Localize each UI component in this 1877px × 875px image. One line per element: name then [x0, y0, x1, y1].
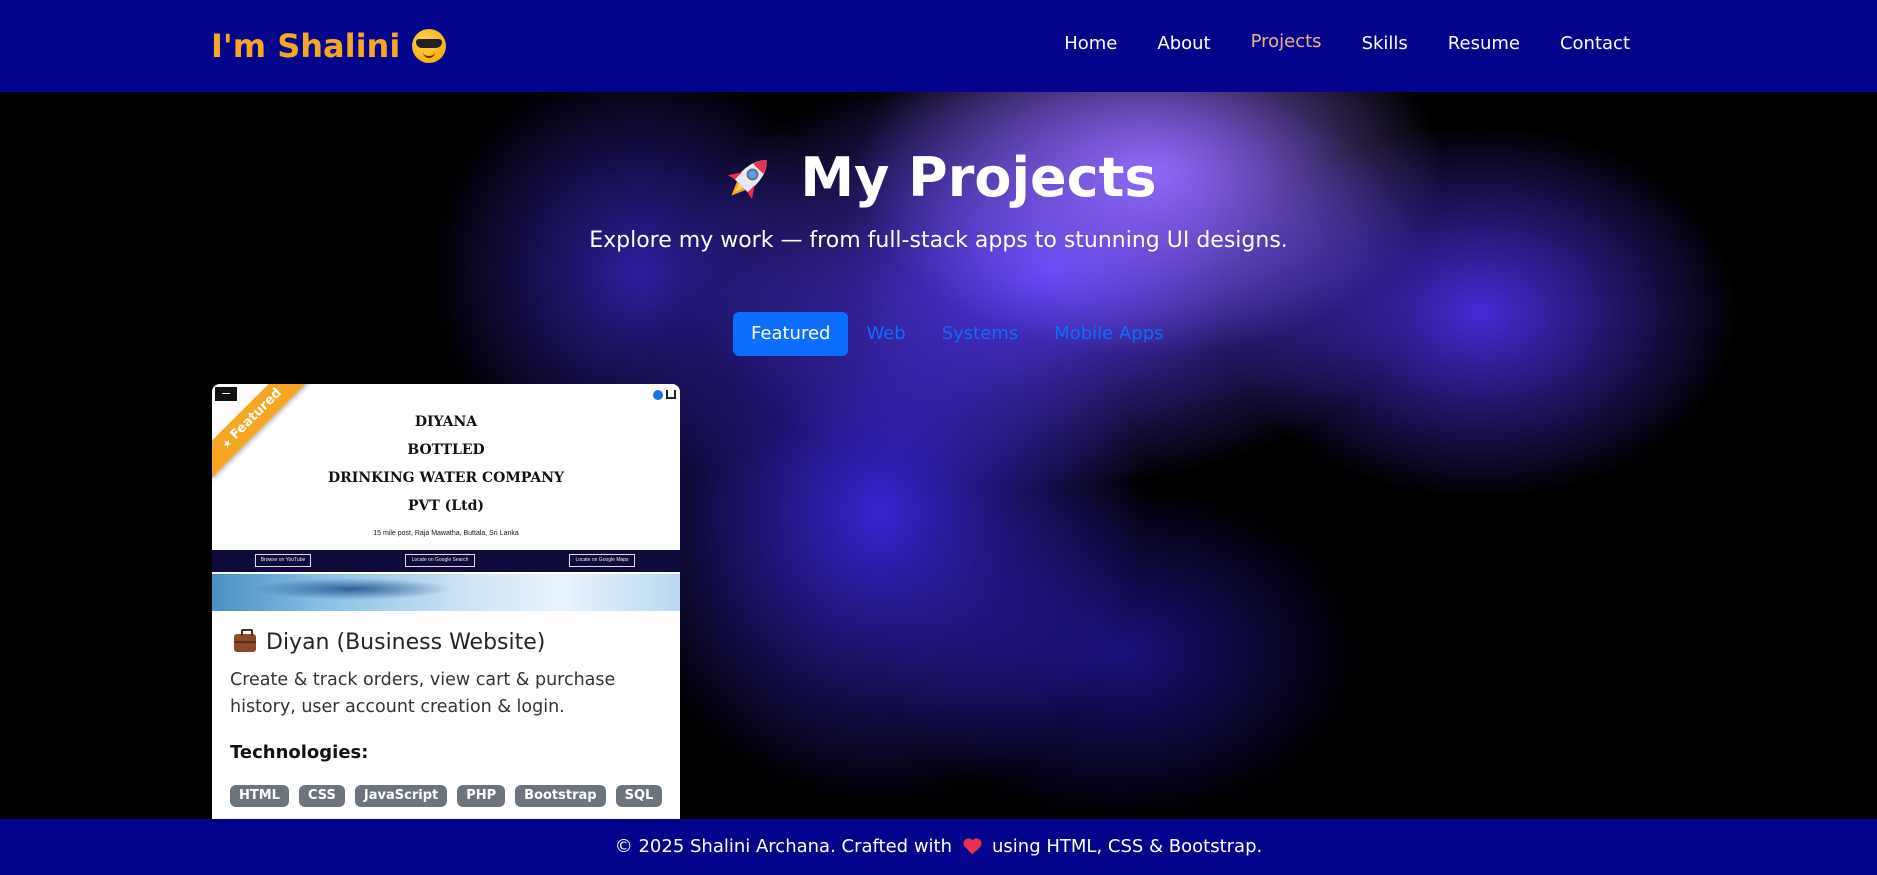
brand-logo[interactable]: I'm Shalini [211, 24, 447, 68]
top-navbar: I'm Shalini Home About Projects Skills R… [0, 0, 1877, 92]
tab-featured[interactable]: Featured [733, 312, 849, 356]
screenshot-line: PVT (Ltd) [407, 498, 485, 514]
tech-badge: HTML [230, 785, 289, 807]
screenshot-line: DIYANA [414, 414, 478, 430]
nav-link-skills[interactable]: Skills [1342, 30, 1428, 58]
screenshot-header-icons [653, 390, 676, 400]
project-screenshot: DIYANA BOTTLED DRINKING WATER COMPANY PV… [212, 384, 680, 611]
cart-icon [666, 390, 676, 399]
tab-systems[interactable]: Systems [924, 312, 1037, 356]
screenshot-line: DRINKING WATER COMPANY [328, 470, 564, 486]
screenshot-line: BOTTLED [407, 442, 485, 458]
page-subtitle: Explore my work — from full-stack apps t… [589, 228, 1288, 253]
footer-text-start: © 2025 Shalini Archana. Crafted with [614, 836, 953, 857]
screenshot-button: Locate on Google Search [405, 554, 475, 567]
page-title: My Projects [0, 144, 1877, 212]
screenshot-company-name: DIYANA BOTTLED DRINKING WATER COMPANY PV… [212, 408, 680, 520]
nav-links: Home About Projects Skills Resume Contac… [1044, 30, 1650, 58]
project-description: Create & track orders, view cart & purch… [230, 670, 616, 717]
rocket-icon [720, 149, 778, 207]
menu-icon [215, 387, 237, 401]
technology-badges: HTML CSS JavaScript PHP Bootstrap SQL [230, 785, 663, 807]
brand-text: I'm Shalini [211, 27, 401, 65]
project-card-body: Diyan (Business Website) Create & track … [212, 611, 680, 807]
page-title-text: My Projects [800, 146, 1157, 209]
footer-text-end: using HTML, CSS & Bootstrap. [992, 836, 1263, 857]
page-footer: © 2025 Shalini Archana. Crafted with usi… [0, 819, 1877, 875]
screenshot-button: Locate on Google Maps [569, 554, 635, 567]
tab-web[interactable]: Web [848, 312, 923, 356]
project-title: Diyan (Business Website) [230, 627, 662, 659]
project-card[interactable]: DIYANA BOTTLED DRINKING WATER COMPANY PV… [212, 384, 680, 819]
sunglasses-emoji-icon [412, 29, 447, 63]
screenshot-button: Browse on YouTube [255, 554, 311, 567]
screenshot-button-bar: Browse on YouTube Locate on Google Searc… [212, 550, 680, 572]
tech-badge: JavaScript [354, 785, 448, 807]
nav-link-home[interactable]: Home [1044, 30, 1137, 58]
projects-hero: My Projects Explore my work — from full-… [0, 92, 1877, 819]
tab-mobile-apps[interactable]: Mobile Apps [1036, 312, 1181, 356]
screenshot-address: 15 mile post, Raja Mawatha, Buttala, Sri… [373, 530, 519, 537]
project-title-text: Diyan (Business Website) [266, 630, 546, 655]
nav-link-about[interactable]: About [1137, 30, 1230, 58]
briefcase-icon [234, 629, 256, 652]
nav-link-contact[interactable]: Contact [1540, 30, 1650, 58]
heart-icon [963, 839, 981, 855]
tech-badge: Bootstrap [515, 785, 606, 807]
user-icon [653, 390, 663, 400]
tech-badge: SQL [615, 785, 663, 807]
project-filter-tabs: Featured Web Systems Mobile Apps [733, 312, 1182, 356]
technologies-label: Technologies: [230, 742, 369, 763]
water-splash-image [212, 574, 680, 611]
tech-badge: CSS [298, 785, 345, 807]
tech-badge: PHP [457, 785, 506, 807]
star-icon: ★ [220, 437, 235, 452]
nav-link-projects[interactable]: Projects [1231, 28, 1342, 58]
nav-link-resume[interactable]: Resume [1428, 30, 1540, 58]
